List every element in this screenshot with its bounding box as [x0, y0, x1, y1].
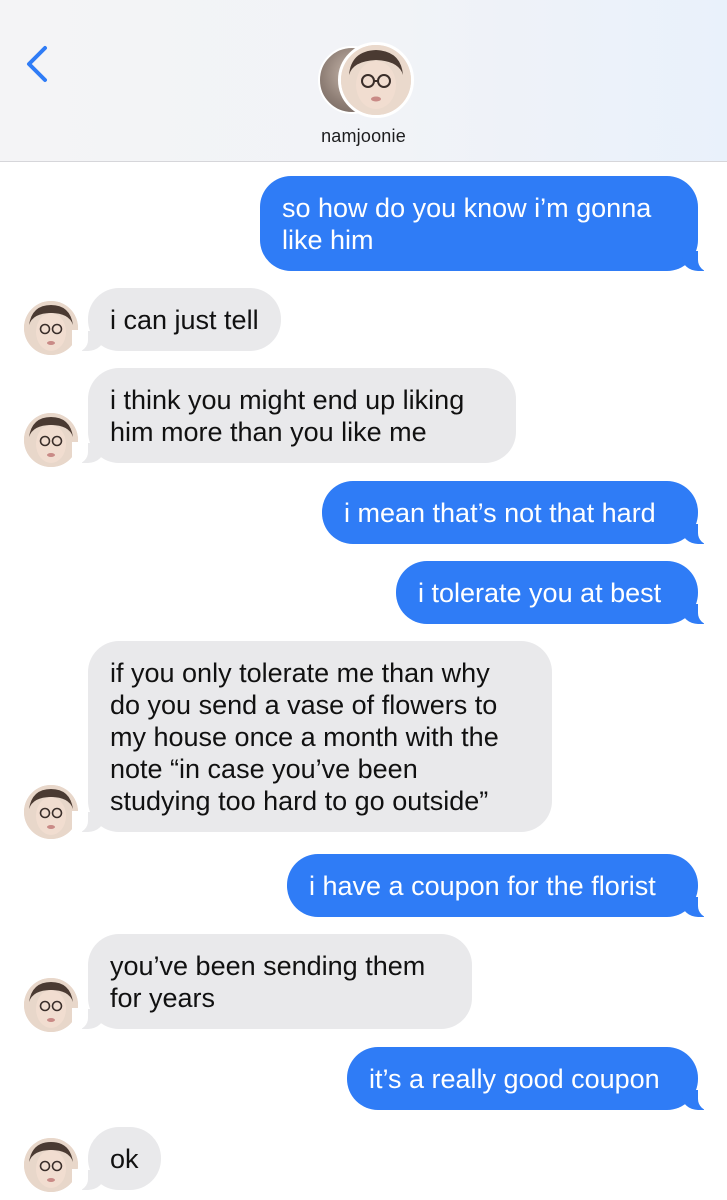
received-message[interactable]: i think you might end up liking him more… — [72, 368, 516, 464]
sender-avatar[interactable] — [24, 1138, 78, 1192]
sent-message[interactable]: i tolerate you at best — [396, 561, 714, 625]
contact-avatar[interactable] — [318, 42, 414, 118]
message-text: studying too hard to go outside” — [110, 786, 489, 816]
message-text: him more than you like me — [110, 417, 427, 447]
conversation-header: namjoonie — [0, 0, 727, 162]
message-text: my house once a month with the — [110, 722, 499, 752]
message-text: like him — [282, 225, 374, 255]
received-message[interactable]: i can just tell — [72, 288, 281, 352]
received-message[interactable]: you’ve been sending them for years — [72, 934, 472, 1030]
sender-avatar[interactable] — [24, 413, 78, 467]
sent-message[interactable]: so how do you know i’m gonna like him — [260, 176, 714, 272]
chevron-left-icon — [27, 46, 47, 82]
message-text: i think you might end up liking — [110, 385, 465, 415]
sent-message[interactable]: i have a coupon for the florist — [287, 854, 714, 918]
contact-name[interactable]: namjoonie — [0, 126, 727, 147]
message-text: note “in case you’ve been — [110, 754, 418, 784]
message-text: i mean that’s not that hard — [344, 498, 656, 528]
avatar-primary — [338, 42, 414, 118]
message-text: it’s a really good coupon — [369, 1064, 660, 1094]
message-text: i have a coupon for the florist — [309, 871, 656, 901]
back-button[interactable] — [18, 42, 58, 86]
sender-avatar[interactable] — [24, 785, 78, 839]
message-text: ok — [110, 1144, 139, 1174]
message-text: i tolerate you at best — [418, 578, 662, 608]
received-message[interactable]: if you only tolerate me than why do you … — [72, 641, 552, 833]
message-text: you’ve been sending them — [110, 951, 426, 981]
received-message[interactable]: ok — [72, 1127, 161, 1191]
message-text: for years — [110, 983, 216, 1013]
sender-avatar[interactable] — [24, 978, 78, 1032]
message-text: do you send a vase of flowers to — [110, 690, 498, 720]
sent-message[interactable]: i mean that’s not that hard — [322, 481, 714, 545]
sender-avatar[interactable] — [24, 301, 78, 355]
message-text: i can just tell — [110, 305, 259, 335]
message-text: if you only tolerate me than why — [110, 658, 490, 688]
sent-message[interactable]: it’s a really good coupon — [347, 1047, 714, 1111]
message-text: so how do you know i’m gonna — [282, 193, 652, 223]
